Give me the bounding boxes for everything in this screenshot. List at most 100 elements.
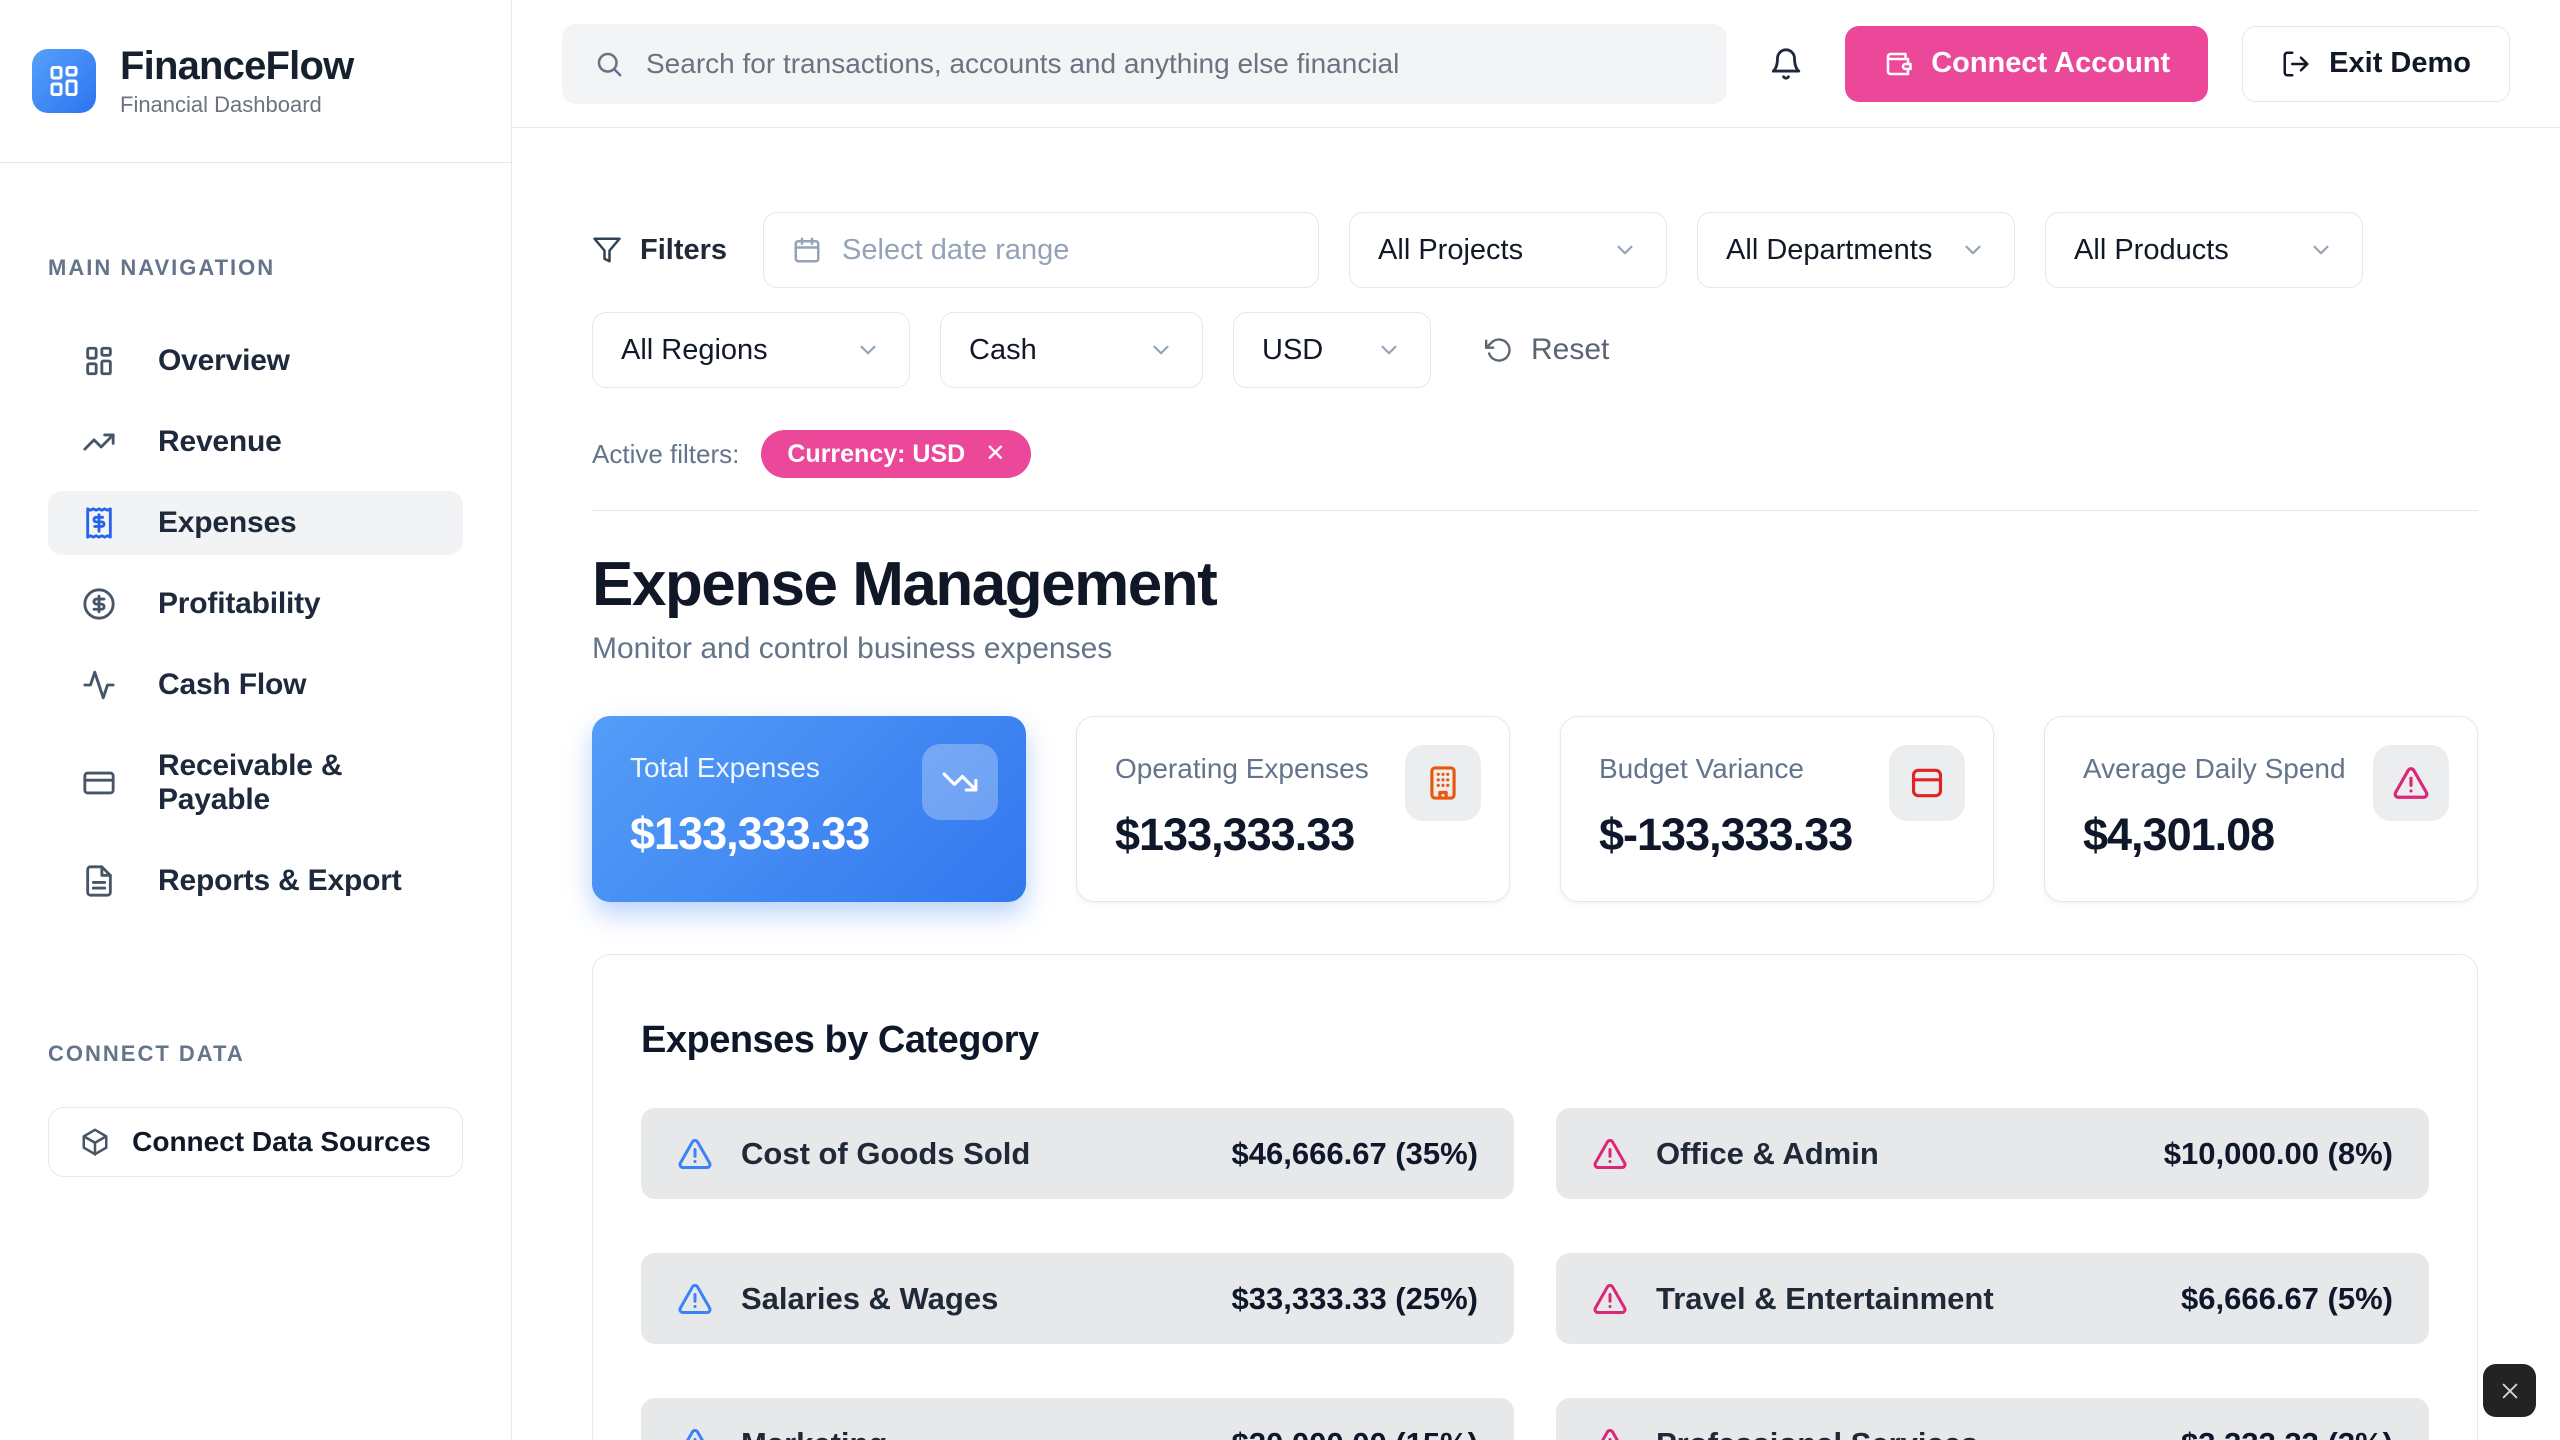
bell-icon	[1769, 47, 1803, 81]
trending-up-icon	[82, 425, 116, 459]
currency-select-value: USD	[1262, 334, 1323, 367]
connect-data-section-label: CONNECT DATA	[48, 1041, 463, 1067]
sidebar-item-receivable-payable[interactable]: Receivable & Payable	[48, 734, 463, 832]
content: Filters All Projects All Departments All…	[512, 128, 2560, 1440]
notifications-button[interactable]	[1761, 39, 1811, 89]
currency-select[interactable]: USD	[1233, 312, 1431, 388]
brand-name: FinanceFlow	[120, 44, 353, 88]
category-row-marketing[interactable]: Marketing $20,000.00 (15%)	[641, 1398, 1514, 1440]
filters-label-group: Filters	[592, 234, 727, 267]
stat-icon-box	[1889, 745, 1965, 821]
brand-header: FinanceFlow Financial Dashboard	[0, 0, 511, 163]
dashboard-grid-icon	[46, 63, 82, 99]
sidebar-item-label: Overview	[158, 344, 290, 378]
credit-card-icon	[1908, 764, 1946, 802]
stat-icon-box	[1405, 745, 1481, 821]
sidebar-item-expenses[interactable]: Expenses	[48, 491, 463, 555]
active-filters-label: Active filters:	[592, 439, 739, 470]
search-input[interactable]	[646, 48, 1695, 80]
search-icon	[594, 49, 624, 79]
reset-filters-button[interactable]: Reset	[1485, 333, 1609, 367]
departments-select[interactable]: All Departments	[1697, 212, 2015, 288]
category-value: $10,000.00 (8%)	[2164, 1136, 2393, 1172]
connect-data-sources-label: Connect Data Sources	[132, 1126, 431, 1158]
exit-demo-label: Exit Demo	[2329, 47, 2471, 80]
category-value: $33,333.33 (25%)	[1232, 1281, 1478, 1317]
sidebar: FinanceFlow Financial Dashboard MAIN NAV…	[0, 0, 512, 1440]
activity-icon	[82, 668, 116, 702]
sidebar-item-cash-flow[interactable]: Cash Flow	[48, 653, 463, 717]
sidebar-item-overview[interactable]: Overview	[48, 329, 463, 393]
stat-icon-box	[922, 744, 998, 820]
alert-triangle-icon	[677, 1136, 713, 1172]
rotate-ccw-icon	[1485, 336, 1513, 364]
sidebar-item-label: Expenses	[158, 506, 296, 540]
sidebar-item-reports-export[interactable]: Reports & Export	[48, 849, 463, 913]
sidebar-nav-section: MAIN NAVIGATION Overview Revenue Expense…	[0, 163, 511, 1177]
category-value: $6,666.67 (5%)	[2181, 1281, 2393, 1317]
active-filter-chip-currency: Currency: USD ✕	[761, 430, 1031, 478]
funnel-icon	[592, 235, 622, 265]
sidebar-item-label: Reports & Export	[158, 864, 402, 898]
account-type-select[interactable]: Cash	[940, 312, 1203, 388]
stat-icon-box	[2373, 745, 2449, 821]
filters-label: Filters	[640, 234, 727, 267]
category-value: $20,000.00 (15%)	[1232, 1426, 1478, 1440]
stat-card-budget-variance[interactable]: Budget Variance $-133,333.33	[1560, 716, 1994, 902]
close-overlay-button[interactable]	[2483, 1364, 2536, 1417]
alert-triangle-icon	[677, 1426, 713, 1440]
category-row-cost-of-goods-sold[interactable]: Cost of Goods Sold $46,666.67 (35%)	[641, 1108, 1514, 1199]
stat-card-operating-expenses[interactable]: Operating Expenses $133,333.33	[1076, 716, 1510, 902]
nav-section-label: MAIN NAVIGATION	[48, 255, 463, 281]
sidebar-item-profitability[interactable]: Profitability	[48, 572, 463, 636]
chevron-down-icon	[2308, 237, 2334, 263]
category-row-office-admin[interactable]: Office & Admin $10,000.00 (8%)	[1556, 1108, 2429, 1199]
topbar: Connect Account Exit Demo	[512, 0, 2560, 128]
category-row-travel-entertainment[interactable]: Travel & Entertainment $6,666.67 (5%)	[1556, 1253, 2429, 1344]
filters-row-2: All Regions Cash USD Reset	[592, 312, 2478, 388]
global-search[interactable]	[562, 24, 1727, 104]
category-label: Professional Services	[1656, 1426, 2153, 1440]
alert-triangle-icon	[677, 1281, 713, 1317]
trending-down-icon	[941, 763, 979, 801]
regions-select[interactable]: All Regions	[592, 312, 910, 388]
close-icon	[2499, 1380, 2521, 1402]
category-value: $3,333.33 (3%)	[2181, 1426, 2393, 1440]
category-row-salaries-wages[interactable]: Salaries & Wages $33,333.33 (25%)	[641, 1253, 1514, 1344]
chevron-down-icon	[1376, 337, 1402, 363]
dashboard-grid-icon	[82, 344, 116, 378]
brand-text: FinanceFlow Financial Dashboard	[120, 44, 353, 118]
category-grid: Cost of Goods Sold $46,666.67 (35%) Sala…	[641, 1108, 2429, 1440]
exit-demo-button[interactable]: Exit Demo	[2242, 26, 2510, 102]
chevron-down-icon	[1612, 237, 1638, 263]
page-title: Expense Management	[592, 549, 2478, 620]
category-label: Marketing	[741, 1426, 1204, 1440]
projects-select[interactable]: All Projects	[1349, 212, 1667, 288]
category-row-professional-services[interactable]: Professional Services $3,333.33 (3%)	[1556, 1398, 2429, 1440]
alert-triangle-icon	[2392, 764, 2430, 802]
date-range-input[interactable]	[842, 234, 1290, 267]
stat-card-average-daily-spend[interactable]: Average Daily Spend $4,301.08	[2044, 716, 2478, 902]
expenses-by-category-title: Expenses by Category	[641, 1019, 2429, 1062]
stat-card-total-expenses[interactable]: Total Expenses $133,333.33	[592, 716, 1026, 902]
category-label: Travel & Entertainment	[1656, 1281, 2153, 1317]
chevron-down-icon	[855, 337, 881, 363]
products-select[interactable]: All Products	[2045, 212, 2363, 288]
sidebar-item-label: Receivable & Payable	[158, 749, 429, 817]
category-value: $46,666.67 (35%)	[1232, 1136, 1478, 1172]
connect-data-sources-button[interactable]: Connect Data Sources	[48, 1107, 463, 1177]
expenses-by-category-card: Expenses by Category Cost of Goods Sold …	[592, 954, 2478, 1440]
date-range-field[interactable]	[763, 212, 1319, 288]
chip-remove-icon[interactable]: ✕	[985, 442, 1005, 466]
projects-select-value: All Projects	[1378, 234, 1523, 267]
sidebar-item-label: Cash Flow	[158, 668, 306, 702]
reset-label: Reset	[1531, 333, 1609, 367]
cube-icon	[80, 1127, 110, 1157]
stat-cards-row: Total Expenses $133,333.33 Operating Exp…	[592, 716, 2478, 902]
sidebar-item-revenue[interactable]: Revenue	[48, 410, 463, 474]
page-subtitle: Monitor and control business expenses	[592, 632, 2478, 666]
connect-account-button[interactable]: Connect Account	[1845, 26, 2208, 102]
chevron-down-icon	[1960, 237, 1986, 263]
alert-triangle-icon	[1592, 1281, 1628, 1317]
category-label: Cost of Goods Sold	[741, 1136, 1204, 1172]
